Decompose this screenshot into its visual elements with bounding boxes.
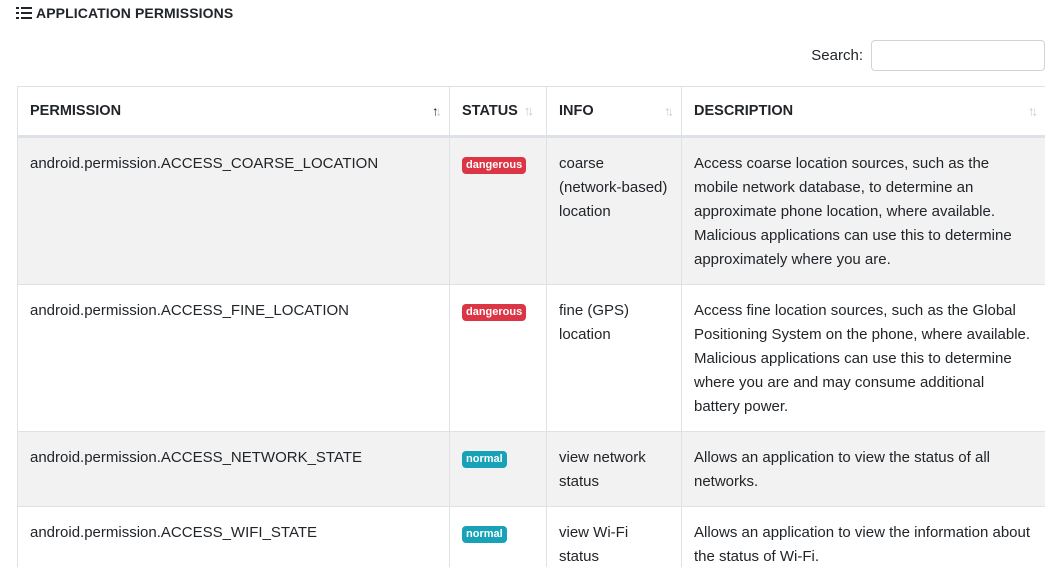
table-row: android.permission.ACCESS_FINE_LOCATION … bbox=[17, 284, 1045, 432]
table-row: android.permission.ACCESS_NETWORK_STATE … bbox=[17, 431, 1045, 507]
cell-description: Access coarse location sources, such as … bbox=[681, 136, 1045, 285]
status-badge: dangerous bbox=[462, 304, 527, 321]
sort-icon: ↑↓ bbox=[523, 103, 534, 118]
cell-description: Access fine location sources, such as th… bbox=[681, 284, 1045, 432]
cell-status: normal bbox=[449, 506, 547, 567]
section-title: APPLICATION PERMISSIONS bbox=[16, 4, 233, 22]
header-description[interactable]: DESCRIPTION ↑↓ bbox=[681, 86, 1045, 138]
header-status-label: STATUS bbox=[462, 103, 518, 119]
permissions-table-container: PERMISSION ↑↓ STATUS ↑↓ INFO ↑↓ DESCRIPTI… bbox=[17, 86, 1045, 567]
table-row: android.permission.ACCESS_WIFI_STATE nor… bbox=[17, 506, 1045, 567]
status-badge: normal bbox=[462, 451, 507, 468]
sort-asc-icon: ↑↓ bbox=[432, 103, 442, 119]
cell-status: normal bbox=[449, 431, 547, 507]
cell-info: view Wi-Fi status bbox=[546, 506, 682, 567]
cell-info: coarse (network-based) location bbox=[546, 136, 682, 285]
header-description-label: DESCRIPTION bbox=[694, 103, 794, 119]
cell-status: dangerous bbox=[449, 284, 547, 432]
search-box: Search: bbox=[811, 40, 1045, 71]
table-header-row: PERMISSION ↑↓ STATUS ↑↓ INFO ↑↓ DESCRIPTI… bbox=[17, 86, 1045, 138]
header-permission-label: PERMISSION bbox=[30, 103, 122, 119]
header-permission[interactable]: PERMISSION ↑↓ bbox=[17, 86, 450, 138]
status-badge: normal bbox=[462, 526, 507, 543]
status-badge: dangerous bbox=[462, 157, 527, 174]
cell-permission: android.permission.ACCESS_FINE_LOCATION bbox=[17, 284, 450, 432]
header-status[interactable]: STATUS ↑↓ bbox=[449, 86, 547, 138]
search-input[interactable] bbox=[871, 40, 1045, 71]
header-info[interactable]: INFO ↑↓ bbox=[546, 86, 682, 138]
cell-status: dangerous bbox=[449, 136, 547, 285]
cell-permission: android.permission.ACCESS_WIFI_STATE bbox=[17, 506, 450, 567]
table-row: android.permission.ACCESS_COARSE_LOCATIO… bbox=[17, 136, 1045, 285]
cell-permission: android.permission.ACCESS_COARSE_LOCATIO… bbox=[17, 136, 450, 285]
list-icon bbox=[16, 7, 32, 19]
cell-description: Allows an application to view the inform… bbox=[681, 506, 1045, 567]
cell-permission: android.permission.ACCESS_NETWORK_STATE bbox=[17, 431, 450, 507]
cell-description: Allows an application to view the status… bbox=[681, 431, 1045, 507]
search-label: Search: bbox=[811, 47, 863, 64]
sort-icon: ↑↓ bbox=[1028, 103, 1038, 119]
header-info-label: INFO bbox=[559, 103, 594, 119]
cell-info: fine (GPS) location bbox=[546, 284, 682, 432]
cell-info: view network status bbox=[546, 431, 682, 507]
section-title-text: APPLICATION PERMISSIONS bbox=[36, 5, 234, 21]
permissions-table: PERMISSION ↑↓ STATUS ↑↓ INFO ↑↓ DESCRIPTI… bbox=[17, 86, 1045, 567]
sort-icon: ↑↓ bbox=[664, 103, 674, 119]
